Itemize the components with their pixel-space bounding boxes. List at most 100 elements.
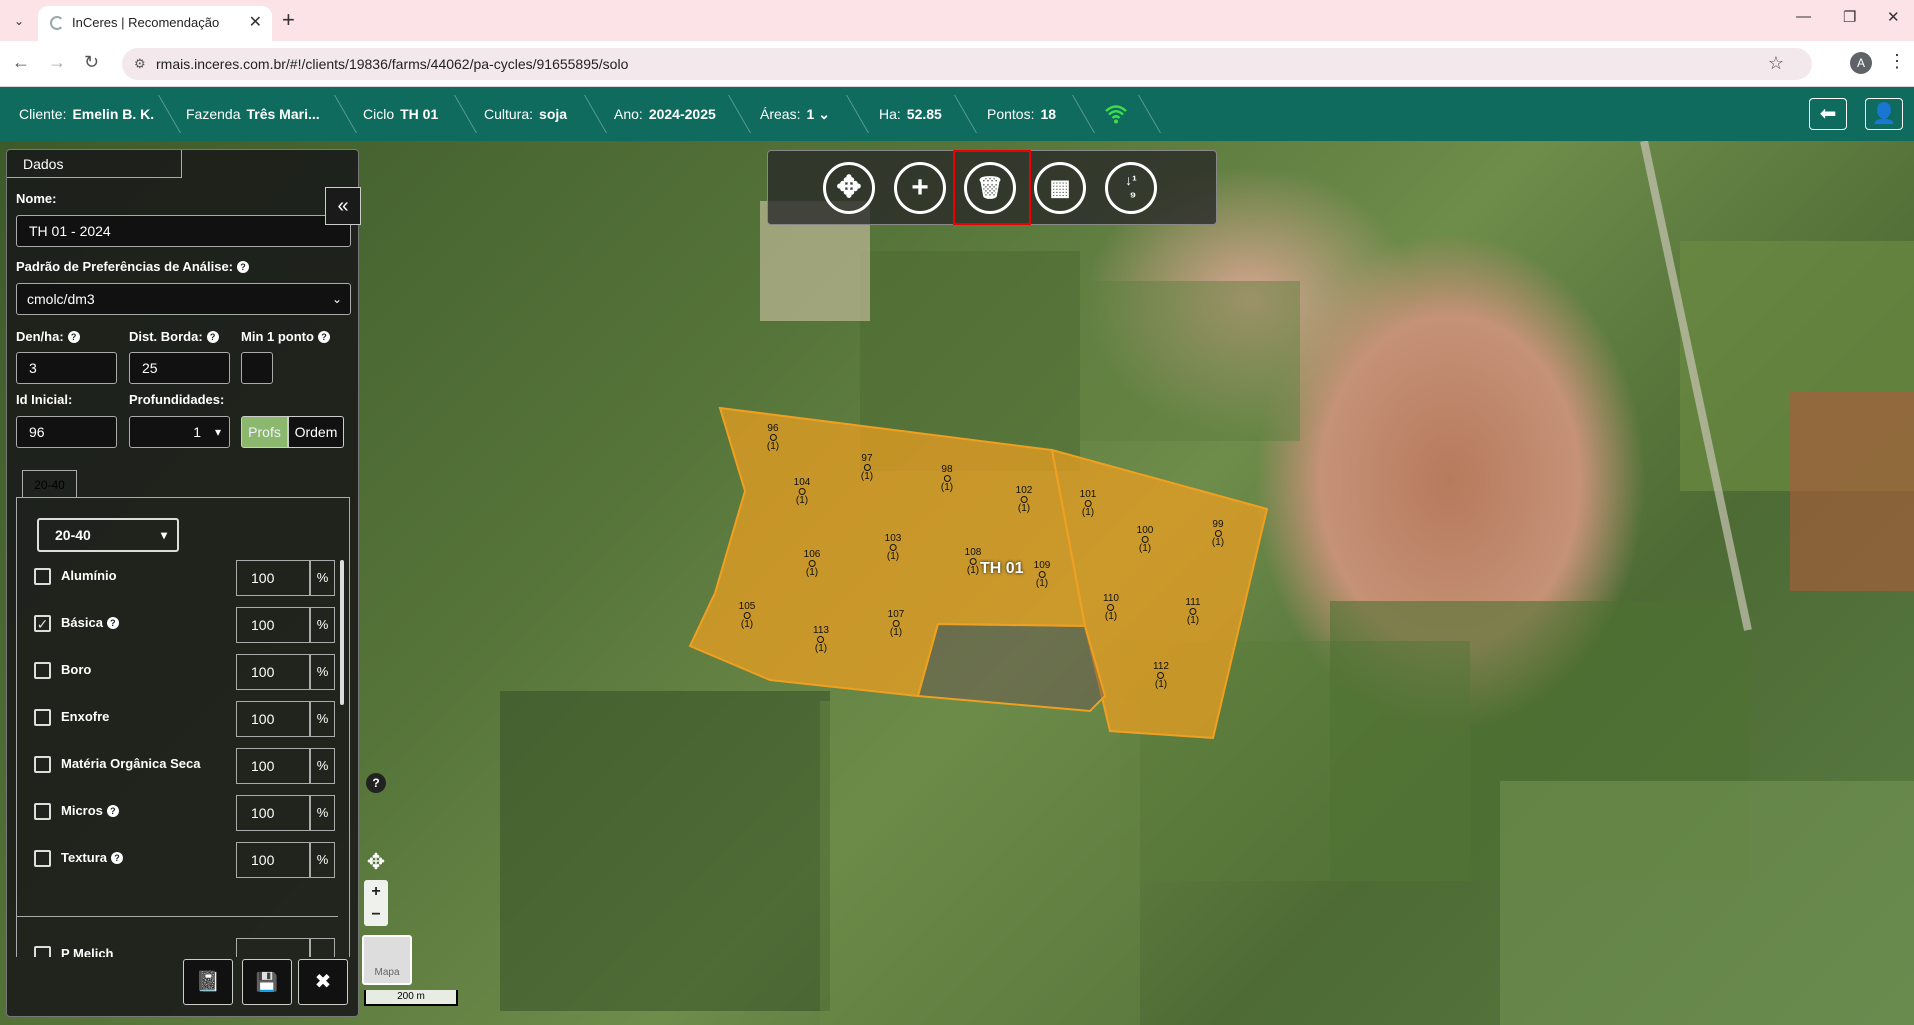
crumb-ciclo[interactable]: Ciclo TH 01 bbox=[363, 87, 438, 141]
nome-input[interactable]: TH 01 - 2024 bbox=[16, 215, 351, 247]
crumb-areas[interactable]: Áreas: 1 ⌄ bbox=[760, 87, 830, 141]
help-icon[interactable]: ? bbox=[237, 261, 250, 273]
back-arrow-button[interactable]: ⬅ bbox=[1809, 98, 1847, 130]
sample-point[interactable]: 106 (1) bbox=[804, 549, 821, 578]
point-count: (1) bbox=[886, 551, 900, 562]
back-icon[interactable]: ← bbox=[12, 52, 30, 73]
map-type-toggle[interactable]: Mapa bbox=[362, 935, 412, 985]
minimize-icon[interactable]: — bbox=[1796, 8, 1811, 25]
nutrient-value-input[interactable]: 100 bbox=[236, 795, 310, 831]
tab-dados[interactable]: Dados bbox=[7, 150, 182, 178]
nutrient-value-input[interactable]: 100 bbox=[236, 842, 310, 878]
crumb-fazenda[interactable]: Fazenda Três Mari... bbox=[186, 87, 320, 141]
pontos-label: Pontos: bbox=[987, 106, 1035, 122]
zoom-in-button[interactable]: + bbox=[364, 880, 388, 903]
profundidades-select[interactable]: 1 ▾ bbox=[129, 416, 230, 448]
tab-list-dropdown-icon[interactable]: ⌄ bbox=[8, 10, 30, 32]
nutrient-checkbox[interactable] bbox=[34, 662, 51, 679]
help-icon[interactable]: ? bbox=[111, 852, 123, 864]
close-button[interactable]: ✖ bbox=[298, 959, 348, 1005]
sample-point[interactable]: 97 (1) bbox=[861, 453, 873, 482]
tab-depth[interactable]: 20-40 bbox=[22, 470, 77, 498]
add-icon[interactable]: + bbox=[894, 162, 946, 214]
sample-point[interactable]: 96 (1) bbox=[767, 423, 779, 452]
map-icon[interactable]: ▦ bbox=[1034, 162, 1086, 214]
sample-point[interactable]: 110 (1) bbox=[1103, 593, 1119, 622]
nutrient-checkbox[interactable] bbox=[34, 803, 51, 820]
sample-point[interactable]: 108 (1) bbox=[965, 547, 982, 576]
user-button[interactable]: 👤 bbox=[1865, 98, 1903, 130]
nutrient-value-input[interactable]: 100 bbox=[236, 654, 310, 690]
depth-select[interactable]: 20-40 ▾ bbox=[37, 518, 179, 552]
nutrient-value-input[interactable]: 100 bbox=[236, 701, 310, 737]
denha-input[interactable]: 3 bbox=[16, 352, 117, 384]
sample-point[interactable]: 104 (1) bbox=[794, 477, 811, 506]
sample-point[interactable]: 112 (1) bbox=[1153, 661, 1169, 690]
sort-numeric-icon[interactable]: ↓¹ ⁹ bbox=[1105, 162, 1157, 214]
nutrient-checkbox[interactable] bbox=[34, 756, 51, 773]
nutrient-checkbox[interactable] bbox=[34, 709, 51, 726]
nutrient-unit: % bbox=[310, 560, 335, 596]
map-help-icon[interactable]: ? bbox=[366, 773, 386, 793]
sample-point[interactable]: 101 (1) bbox=[1080, 489, 1097, 518]
close-window-icon[interactable]: ✕ bbox=[1887, 8, 1900, 26]
sample-point[interactable]: 105 (1) bbox=[739, 601, 756, 630]
forward-icon[interactable]: → bbox=[48, 52, 66, 73]
help-icon[interactable]: ? bbox=[206, 331, 219, 343]
profs-button[interactable]: Profs bbox=[241, 416, 288, 448]
nutrient-checkbox[interactable] bbox=[34, 946, 51, 957]
move-icon[interactable]: ✥ bbox=[823, 162, 875, 214]
zoom-out-button[interactable]: − bbox=[364, 903, 388, 926]
sample-point[interactable]: 111 (1) bbox=[1185, 597, 1200, 626]
help-icon[interactable]: ? bbox=[106, 805, 119, 817]
site-info-icon[interactable]: ⚙ bbox=[134, 56, 146, 72]
help-icon[interactable]: ? bbox=[67, 331, 80, 343]
padrao-label: Padrão de Preferências de Análise: bbox=[16, 259, 234, 274]
help-icon[interactable]: ? bbox=[106, 617, 119, 629]
ordem-button[interactable]: Ordem bbox=[288, 416, 344, 448]
checked-icon[interactable]: ✓ bbox=[34, 615, 51, 632]
dist-borda-input[interactable]: 25 bbox=[129, 352, 230, 384]
sample-point[interactable]: 99 (1) bbox=[1212, 519, 1224, 548]
sample-point[interactable]: 103 (1) bbox=[885, 533, 902, 562]
bookmark-star-icon[interactable]: ☆ bbox=[1768, 53, 1784, 74]
app-header: Cliente: Emelin B. K. Fazenda Três Mari...… bbox=[0, 87, 1914, 141]
browser-tab[interactable]: InCeres | Recomendação ✕ bbox=[38, 6, 272, 41]
sample-point[interactable]: 107 (1) bbox=[888, 609, 905, 638]
restore-icon[interactable]: ❐ bbox=[1843, 8, 1856, 26]
sample-point[interactable]: 98 (1) bbox=[941, 464, 953, 493]
sample-point[interactable]: 113 (1) bbox=[813, 625, 829, 654]
min-1-ponto-checkbox[interactable] bbox=[241, 352, 273, 384]
url-field[interactable]: ⚙ rmais.inceres.com.br/#!/clients/19836/… bbox=[122, 48, 1812, 80]
new-tab-icon[interactable]: + bbox=[282, 7, 295, 33]
nutrient-checkbox[interactable] bbox=[34, 568, 51, 585]
user-icon: 👤 bbox=[1871, 103, 1897, 125]
sample-point[interactable]: 109 (1) bbox=[1034, 560, 1051, 589]
panel-scrollbar[interactable] bbox=[340, 560, 344, 705]
sample-point[interactable]: 102 (1) bbox=[1016, 485, 1033, 514]
pan-icon[interactable]: ✥ bbox=[364, 850, 388, 874]
point-marker-icon bbox=[743, 612, 751, 619]
nutrient-value-input[interactable]: 100 bbox=[236, 748, 310, 784]
close-tab-icon[interactable]: ✕ bbox=[249, 12, 262, 32]
nutrient-value-input[interactable] bbox=[236, 938, 310, 957]
profile-avatar[interactable]: A bbox=[1850, 52, 1872, 74]
browser-menu-icon[interactable]: ⋮ bbox=[1888, 51, 1906, 72]
nutrient-value-input[interactable]: 100 bbox=[236, 607, 310, 643]
sample-point[interactable]: 100 (1) bbox=[1137, 525, 1154, 554]
crumb-ano[interactable]: Ano: 2024-2025 bbox=[614, 87, 716, 141]
notebook-button[interactable]: 📓 bbox=[183, 959, 233, 1005]
point-count: (1) bbox=[1104, 611, 1118, 622]
id-inicial-input[interactable]: 96 bbox=[16, 416, 117, 448]
help-icon[interactable]: ? bbox=[317, 331, 330, 343]
nutrient-row: ✓ Básica? 100% bbox=[17, 607, 337, 647]
padrao-select[interactable]: cmolc/dm3 ⌄ bbox=[16, 283, 351, 315]
nutrient-value-input[interactable]: 100 bbox=[236, 560, 310, 596]
point-id: 102 bbox=[1015, 485, 1033, 496]
save-button[interactable]: 💾 bbox=[242, 959, 292, 1005]
nutrient-checkbox[interactable] bbox=[34, 850, 51, 867]
crumb-cultura[interactable]: Cultura: soja bbox=[484, 87, 567, 141]
collapse-panel-icon[interactable]: « bbox=[325, 187, 361, 225]
crumb-cliente[interactable]: Cliente: Emelin B. K. bbox=[19, 87, 154, 141]
reload-icon[interactable]: ↻ bbox=[84, 52, 99, 73]
